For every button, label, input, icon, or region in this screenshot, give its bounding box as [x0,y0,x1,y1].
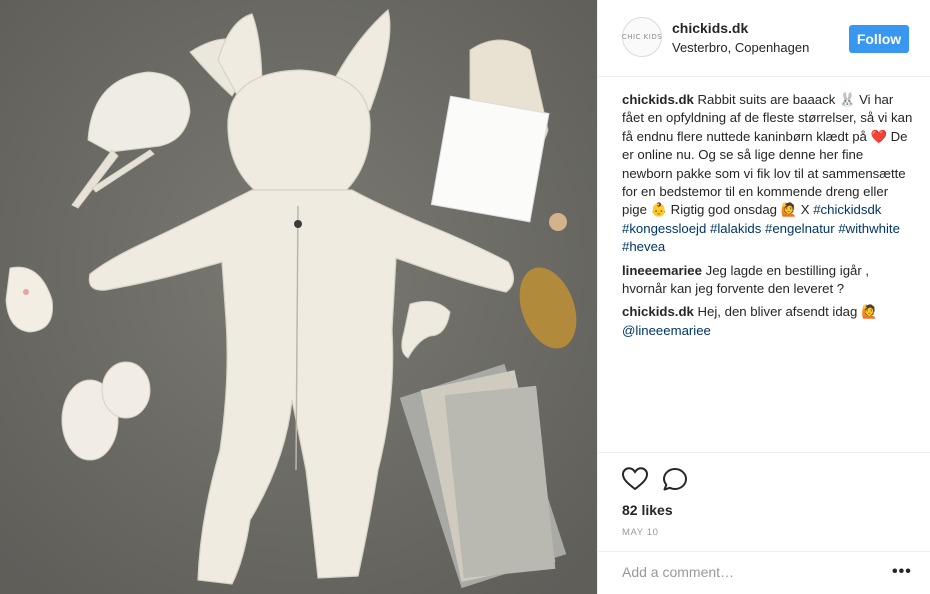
hashtag-chickidsdk[interactable]: #chickidsdk [813,202,881,217]
comment-username[interactable]: lineeemariee [622,263,702,278]
hashtag-withwhite[interactable]: #withwhite [838,221,900,236]
comments-list: chickids.dk Rabbit suits are baaack 🐰 Vi… [622,91,914,345]
comment-text: Hej, den bliver afsendt idag 🙋 [697,304,878,320]
comment-username[interactable]: chickids.dk [622,304,694,319]
post-photo[interactable] [0,0,597,594]
post-header: CHIC KIDS chickids.dk Vesterbro, Copenha… [598,0,930,77]
caption-username[interactable]: chickids.dk [622,92,694,107]
comment: lineeemariee Jeg lagde en bestilling igå… [622,262,914,299]
hashtag-hevea[interactable]: #hevea [622,239,665,254]
avatar[interactable]: CHIC KIDS [622,17,662,57]
post-username[interactable]: chickids.dk [672,20,748,36]
more-options-icon[interactable]: ••• [892,563,912,581]
post-sidebar: CHIC KIDS chickids.dk Vesterbro, Copenha… [597,0,930,594]
hashtag-lalakids[interactable]: #lalakids [710,221,761,236]
baby-clothing-flatlay-image [0,0,597,594]
hashtag-kongessloejd[interactable]: #kongessloejd [622,221,706,236]
post-date[interactable]: MAY 10 [622,527,659,538]
avatar-logo-text: CHIC KIDS [621,33,663,41]
comment-mention[interactable]: @lineeemariee [622,323,711,338]
heart-emoji: ❤️ [870,128,887,144]
likes-count[interactable]: 82 likes [622,502,673,518]
add-comment-bar: ••• [598,551,930,594]
caption: chickids.dk Rabbit suits are baaack 🐰 Vi… [622,91,914,257]
post-actions: 82 likes MAY 10 ••• [598,452,930,592]
hashtag-engelnatur[interactable]: #engelnatur [765,221,835,236]
comment-input[interactable] [622,564,872,580]
follow-button[interactable]: Follow [849,25,909,53]
comment-bubble-icon[interactable] [662,467,688,491]
post-location[interactable]: Vesterbro, Copenhagen [672,40,809,55]
comment: chickids.dk Hej, den bliver afsendt idag… [622,303,914,340]
heart-icon[interactable] [622,467,648,491]
